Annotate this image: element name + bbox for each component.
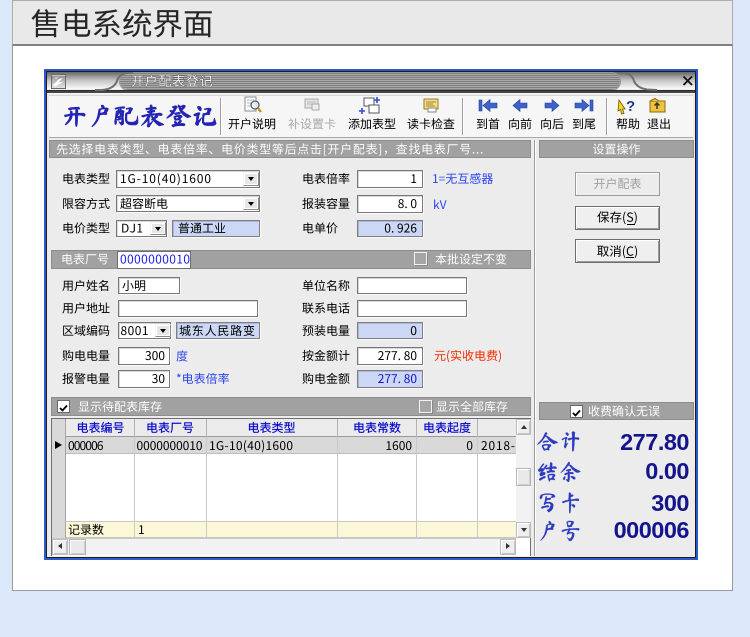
svg-text:?: ? [626, 98, 635, 115]
